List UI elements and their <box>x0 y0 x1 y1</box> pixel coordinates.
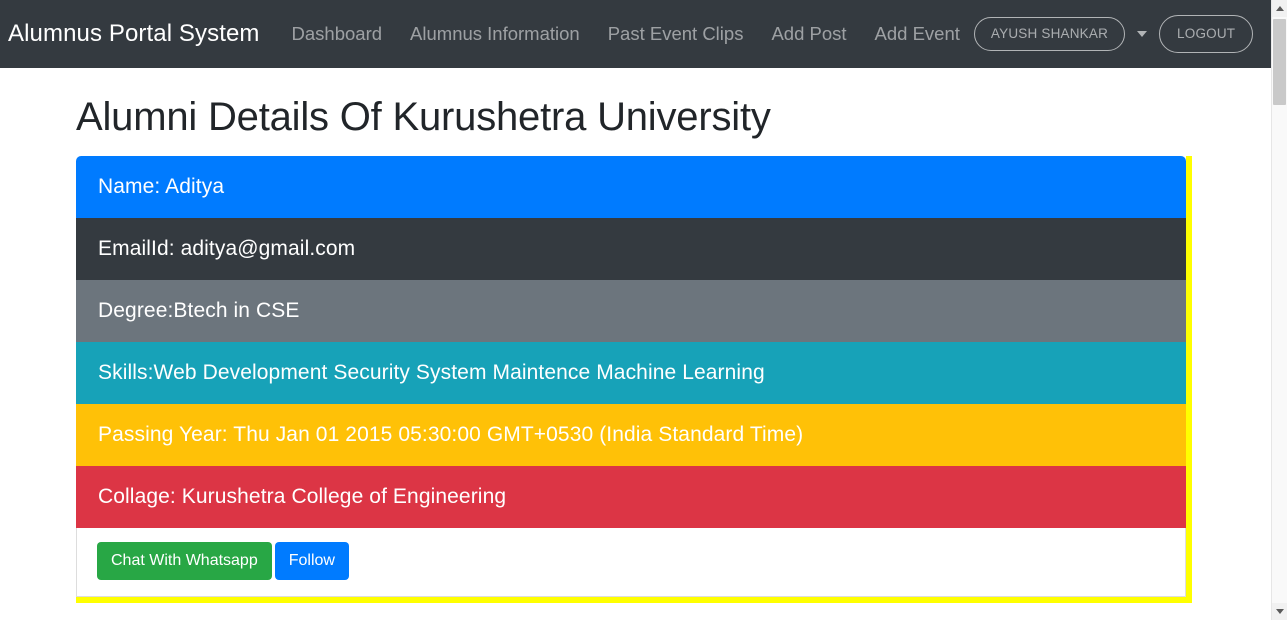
list-item-email: EmailId: aditya@gmail.com <box>76 218 1186 280</box>
list-item-passing-year: Passing Year: Thu Jan 01 2015 05:30:00 G… <box>76 404 1186 466</box>
nav-link-add-post[interactable]: Add Post <box>757 24 860 44</box>
nav-link-dashboard[interactable]: Dashboard <box>278 24 397 44</box>
alumni-detail-list: Name: Aditya EmailId: aditya@gmail.com D… <box>76 156 1186 528</box>
navbar-user-area: AYUSH SHANKAR LOGOUT <box>973 15 1271 53</box>
chat-with-whatsapp-button[interactable]: Chat With Whatsapp <box>97 542 272 580</box>
page-content: Alumnus Portal System Dashboard Alumnus … <box>0 0 1271 620</box>
navbar: Alumnus Portal System Dashboard Alumnus … <box>0 0 1271 68</box>
follow-button[interactable]: Follow <box>274 542 349 580</box>
page-title: Alumni Details Of Kurushetra University <box>76 95 771 139</box>
chevron-down-icon <box>1276 609 1284 614</box>
alumni-card-actions: Chat With Whatsapp Follow <box>76 528 1186 597</box>
scrollbar-up-button[interactable] <box>1272 0 1287 17</box>
nav-link-add-event[interactable]: Add Event <box>861 24 974 44</box>
main-content: Alumni Details Of Kurushetra University … <box>0 68 1271 620</box>
navbar-links: Dashboard Alumnus Information Past Event… <box>278 24 974 44</box>
browser-viewport: Alumnus Portal System Dashboard Alumnus … <box>0 0 1287 620</box>
vertical-scrollbar[interactable] <box>1271 0 1287 620</box>
scrollbar-thumb[interactable] <box>1273 19 1286 105</box>
nav-link-past-event-clips[interactable]: Past Event Clips <box>594 24 758 44</box>
user-name-pill[interactable]: AYUSH SHANKAR <box>973 17 1126 51</box>
chevron-up-icon <box>1276 6 1284 11</box>
alumni-card: Name: Aditya EmailId: aditya@gmail.com D… <box>76 156 1192 603</box>
caret-down-icon[interactable] <box>1137 31 1148 37</box>
list-item-degree: Degree:Btech in CSE <box>76 280 1186 342</box>
list-item-skills: Skills:Web Development Security System M… <box>76 342 1186 404</box>
list-item-collage: Collage: Kurushetra College of Engineeri… <box>76 466 1186 528</box>
nav-link-alumnus-information[interactable]: Alumnus Information <box>396 24 594 44</box>
navbar-brand[interactable]: Alumnus Portal System <box>8 22 278 46</box>
list-item-name: Name: Aditya <box>76 156 1186 218</box>
logout-button[interactable]: LOGOUT <box>1159 15 1254 53</box>
scrollbar-down-button[interactable] <box>1272 603 1287 620</box>
